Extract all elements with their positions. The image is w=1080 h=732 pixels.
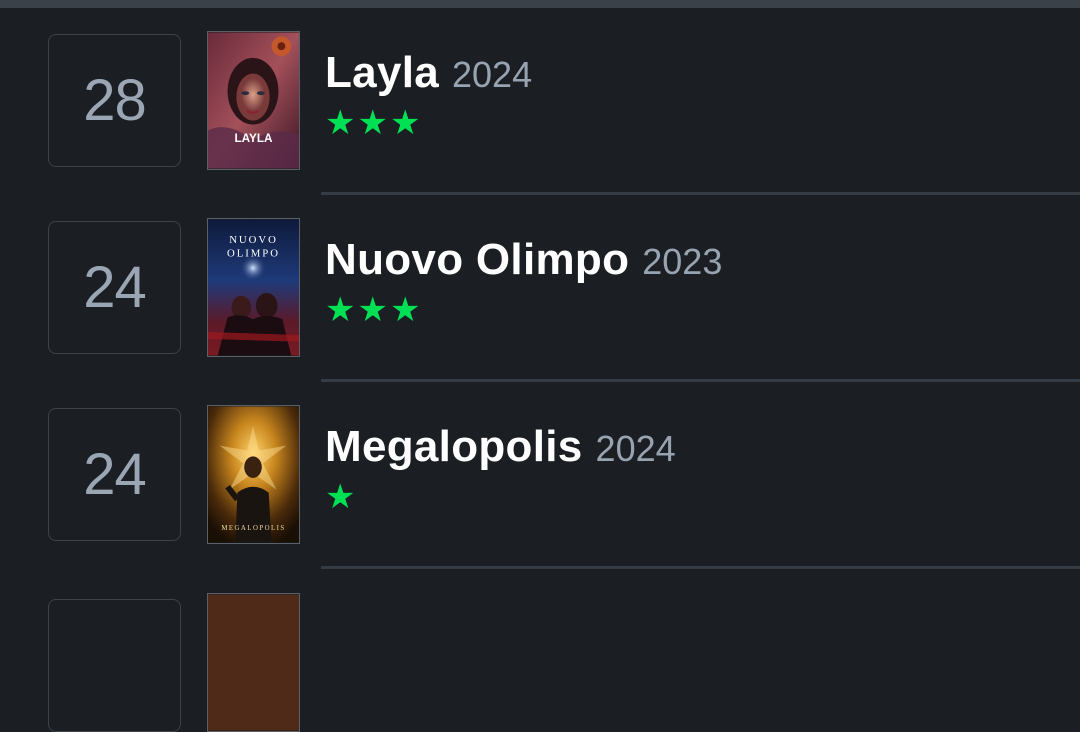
film-year: 2024 <box>452 54 533 95</box>
day-number <box>48 599 181 732</box>
film-info: Megalopolis 2024 ★ <box>325 422 1065 514</box>
poster-caption: NUOVO <box>229 234 278 246</box>
poster-caption: MEGALOPOLIS <box>221 525 285 532</box>
day-number: 24 <box>48 408 181 541</box>
poster-image <box>208 594 299 731</box>
star-rating: ★★★ <box>325 290 423 330</box>
day-number: 28 <box>48 34 181 167</box>
film-title[interactable]: Nuovo Olimpo <box>325 235 629 285</box>
diary-list: 28 LAYLA Layla 2024 ★★★ 24 NUOVO OLIMPO … <box>0 8 1080 732</box>
film-year: 2023 <box>642 241 723 282</box>
poster-image: LAYLA <box>208 32 299 169</box>
film-poster-layla[interactable]: LAYLA <box>207 31 300 170</box>
poster-caption: OLIMPO <box>227 248 280 260</box>
film-year: 2024 <box>595 428 676 469</box>
film-info: Layla 2024 ★★★ <box>325 48 1065 140</box>
star-rating: ★ <box>325 477 358 517</box>
film-poster-nuovo-olimpo[interactable]: NUOVO OLIMPO <box>207 218 300 357</box>
poster-image: NUOVO OLIMPO <box>208 219 299 356</box>
film-info: Nuovo Olimpo 2023 ★★★ <box>325 235 1065 327</box>
poster-image: MEGALOPOLIS <box>208 406 299 543</box>
diary-entry[interactable]: 28 LAYLA Layla 2024 ★★★ <box>0 8 1080 195</box>
film-poster[interactable] <box>207 593 300 732</box>
top-bar <box>0 0 1080 8</box>
poster-caption: LAYLA <box>234 132 273 145</box>
diary-entry[interactable]: 24 NUOVO OLIMPO Nuovo Olimpo 2023 ★★★ <box>0 195 1080 382</box>
day-number: 24 <box>48 221 181 354</box>
diary-entry[interactable] <box>0 569 1080 732</box>
film-title[interactable]: Layla <box>325 48 439 98</box>
film-poster-megalopolis[interactable]: MEGALOPOLIS <box>207 405 300 544</box>
film-title[interactable]: Megalopolis <box>325 422 583 472</box>
star-rating: ★★★ <box>325 103 423 143</box>
diary-entry[interactable]: 24 MEGALOPOLIS Megalopolis 2024 ★ <box>0 382 1080 569</box>
